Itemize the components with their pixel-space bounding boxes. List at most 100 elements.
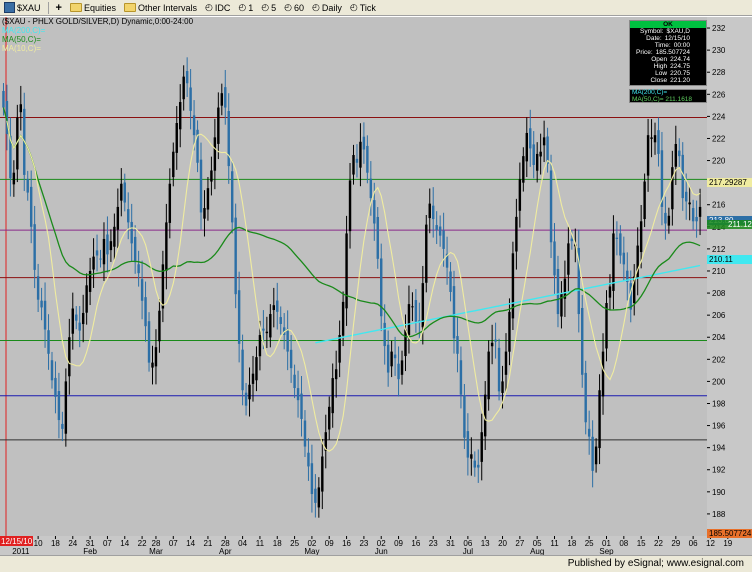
info-key: Price: <box>636 49 653 56</box>
candle-body <box>473 460 477 468</box>
info-key: Symbol: <box>640 28 664 35</box>
candle-body <box>33 224 36 270</box>
candle-body <box>518 179 522 211</box>
interval-60-label: 60 <box>293 2 304 13</box>
candle-body <box>684 191 688 202</box>
candle-body <box>615 237 619 239</box>
candle-body <box>587 428 591 437</box>
candle-body <box>532 144 535 165</box>
candle-body <box>130 221 133 244</box>
candle-body <box>140 279 144 301</box>
candle-body <box>425 224 428 283</box>
candle-body <box>123 182 126 203</box>
info-key: Date: <box>646 35 662 42</box>
candle-body <box>199 159 203 213</box>
candle-body <box>50 360 54 381</box>
candle-body <box>560 293 563 317</box>
candle-body <box>251 373 255 384</box>
candle-body <box>456 336 459 354</box>
info-value: 12/15/10 <box>664 35 690 42</box>
y-tick-label: 192 <box>712 466 726 475</box>
candle-body <box>210 170 213 182</box>
clock-icon: ◴ <box>238 2 247 12</box>
toolbar-divider <box>47 1 49 14</box>
candle-body <box>501 381 504 393</box>
interval-5-label: 5 <box>271 2 277 13</box>
candle-body <box>619 233 622 256</box>
candle-body <box>203 208 206 219</box>
add-button[interactable]: + <box>53 1 65 15</box>
daily-label: Daily <box>321 2 342 13</box>
candle-body <box>341 301 345 336</box>
info-row: High 224.75 <box>630 63 706 70</box>
candle-body <box>376 216 379 259</box>
x-tick-label: 07 <box>169 539 178 548</box>
candle-body <box>331 378 334 414</box>
candle-body <box>452 286 456 339</box>
x-tick-label: 11 <box>256 539 265 548</box>
candle-body <box>81 312 85 325</box>
candle-body <box>397 363 400 380</box>
ma50-readout: MA(50,C)= 211.1618 <box>632 95 693 103</box>
x-tick-label: 14 <box>120 539 129 548</box>
candle-body <box>109 241 113 251</box>
candle-body <box>570 238 574 242</box>
y-tick-label: 212 <box>712 245 726 254</box>
candle-body <box>255 357 258 381</box>
candle-body <box>404 329 407 357</box>
candle-body <box>307 452 310 467</box>
candle-body <box>553 241 556 276</box>
other-intervals-label: Other Intervals <box>137 2 198 13</box>
candle-body <box>594 446 598 465</box>
interval-1[interactable]: ◴ 1 <box>235 1 256 15</box>
y-tick-label: 196 <box>712 422 726 431</box>
info-row: Low 220.75 <box>630 70 706 77</box>
legend-ma50: MA(50,C)= <box>2 35 41 44</box>
candle-body <box>542 137 546 146</box>
folder-icon <box>123 3 136 12</box>
other-intervals-menu[interactable]: Other Intervals <box>121 1 200 15</box>
candle-body <box>289 349 293 369</box>
candle-body <box>47 330 50 354</box>
interval-60[interactable]: ◴ 60 <box>281 1 307 15</box>
candle-body <box>303 420 307 447</box>
candle-body <box>192 115 196 136</box>
candle-body <box>584 372 587 423</box>
candle-body <box>598 390 601 449</box>
x-tick-label: 31 <box>446 539 455 548</box>
candle-body <box>36 276 40 300</box>
candle-body <box>688 202 691 205</box>
candle-body <box>411 306 414 308</box>
info-row: Close 221.20 <box>630 77 706 84</box>
candle-body <box>435 225 438 231</box>
interval-daily[interactable]: ◴ Daily <box>309 1 345 15</box>
x-tick-label: 25 <box>290 539 299 548</box>
candle-body <box>29 186 33 227</box>
month-label: Jul <box>463 547 473 555</box>
candle-body <box>144 297 147 327</box>
candle-body <box>355 158 359 163</box>
candle-body <box>646 135 650 176</box>
candle-body <box>695 216 698 222</box>
equities-menu[interactable]: Equities <box>67 1 119 15</box>
plot-area <box>0 17 707 536</box>
candle-body <box>494 339 497 342</box>
symbol-button[interactable]: $XAU <box>1 1 44 15</box>
x-tick-label: 08 <box>619 539 628 548</box>
candle-body <box>671 167 674 210</box>
interval-tick[interactable]: ◴ Tick <box>347 1 379 15</box>
interval-5[interactable]: ◴ 5 <box>258 1 279 15</box>
candle-body <box>57 391 61 421</box>
candle-body <box>449 271 452 292</box>
candle-body <box>279 317 282 324</box>
x-tick-label: 22 <box>138 539 147 548</box>
candle-body <box>71 308 74 334</box>
y-tick-label: 232 <box>712 24 726 33</box>
x-tick-label: 18 <box>273 539 282 548</box>
y-tick-label: 198 <box>712 399 726 408</box>
interval-idc[interactable]: ◴ IDC <box>202 1 233 15</box>
clock-icon: ◴ <box>205 2 213 12</box>
candle-body <box>428 203 431 219</box>
x-tick-label: 19 <box>723 539 732 548</box>
candle-body <box>300 393 303 419</box>
